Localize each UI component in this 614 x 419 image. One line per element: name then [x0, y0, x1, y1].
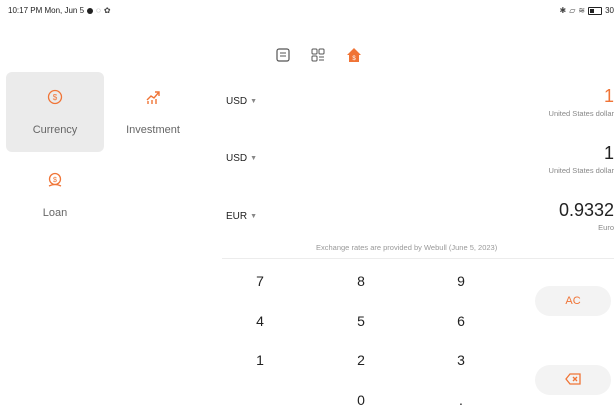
key-6[interactable]: 6 [431, 309, 491, 333]
ac-button-label: AC [565, 295, 581, 307]
backspace-button[interactable] [535, 365, 611, 395]
record-dot-icon [87, 7, 94, 14]
sidebar-item-investment[interactable]: Investment [104, 72, 202, 152]
chevron-down-icon: ▼ [250, 98, 258, 105]
sidebar-item-currency[interactable]: $ Currency [6, 72, 104, 152]
key-decimal[interactable]: . [431, 388, 491, 412]
currency-code: USD [226, 96, 248, 107]
wifi-small-icon: ◌ [96, 6, 101, 15]
bluetooth-icon: ✱ [559, 6, 567, 15]
currency-code: USD [226, 153, 248, 164]
key-3[interactable]: 3 [431, 348, 491, 372]
sidebar-item-loan[interactable]: $ Loan [6, 155, 104, 235]
keypad-divider [222, 258, 614, 259]
currency-value[interactable]: 1 [604, 143, 614, 164]
currency-selector[interactable]: USD ▼ [226, 153, 257, 164]
svg-text:$: $ [53, 93, 58, 102]
loan-icon: $ [47, 172, 63, 193]
chevron-down-icon: ▼ [250, 155, 258, 162]
grid-icon[interactable] [310, 47, 326, 63]
sidebar-label-currency: Currency [32, 123, 78, 136]
currency-value[interactable]: 0.9332 [559, 200, 614, 221]
currency-name: United States dollar [548, 109, 614, 118]
settings-gear-icon: ✿ [103, 6, 111, 15]
key-9[interactable]: 9 [431, 269, 491, 293]
chart-up-icon [145, 89, 161, 110]
sidebar-label-investment: Investment [126, 123, 180, 136]
key-0[interactable]: 0 [331, 388, 391, 412]
currency-selector[interactable]: EUR ▼ [226, 211, 257, 222]
dollar-circle-icon: $ [47, 89, 63, 110]
key-1[interactable]: 1 [230, 348, 290, 372]
status-bar-right: ✱ ▱ ≋ 30 [560, 6, 614, 15]
status-time: 10:17 PM Mon, Jun 5 [8, 6, 85, 15]
currency-name: United States dollar [548, 166, 614, 175]
sidebar-label-loan: Loan [42, 206, 68, 219]
rates-provider-note: Exchange rates are provided by Webull (J… [316, 243, 498, 252]
currency-code: EUR [226, 211, 248, 222]
currency-value[interactable]: 1 [604, 86, 614, 107]
chevron-down-icon: ▼ [250, 213, 258, 220]
key-2[interactable]: 2 [331, 348, 391, 372]
wifi-icon: ≋ [578, 6, 586, 15]
currency-name: Euro [598, 223, 614, 232]
battery-icon [588, 6, 603, 15]
backspace-icon [565, 372, 581, 388]
key-8[interactable]: 8 [331, 269, 391, 293]
list-icon[interactable] [275, 47, 291, 63]
key-7[interactable]: 7 [230, 269, 290, 293]
key-5[interactable]: 5 [331, 309, 391, 333]
no-sim-icon: ▱ [569, 6, 576, 15]
status-bar-left: 10:17 PM Mon, Jun 5 ◌ ✿ [8, 6, 111, 15]
battery-text: 30 [605, 6, 614, 15]
home-icon[interactable]: $ [346, 47, 362, 63]
svg-text:$: $ [53, 177, 57, 184]
currency-selector[interactable]: USD ▼ [226, 96, 257, 107]
key-4[interactable]: 4 [230, 309, 290, 333]
ac-button[interactable]: AC [535, 286, 611, 316]
